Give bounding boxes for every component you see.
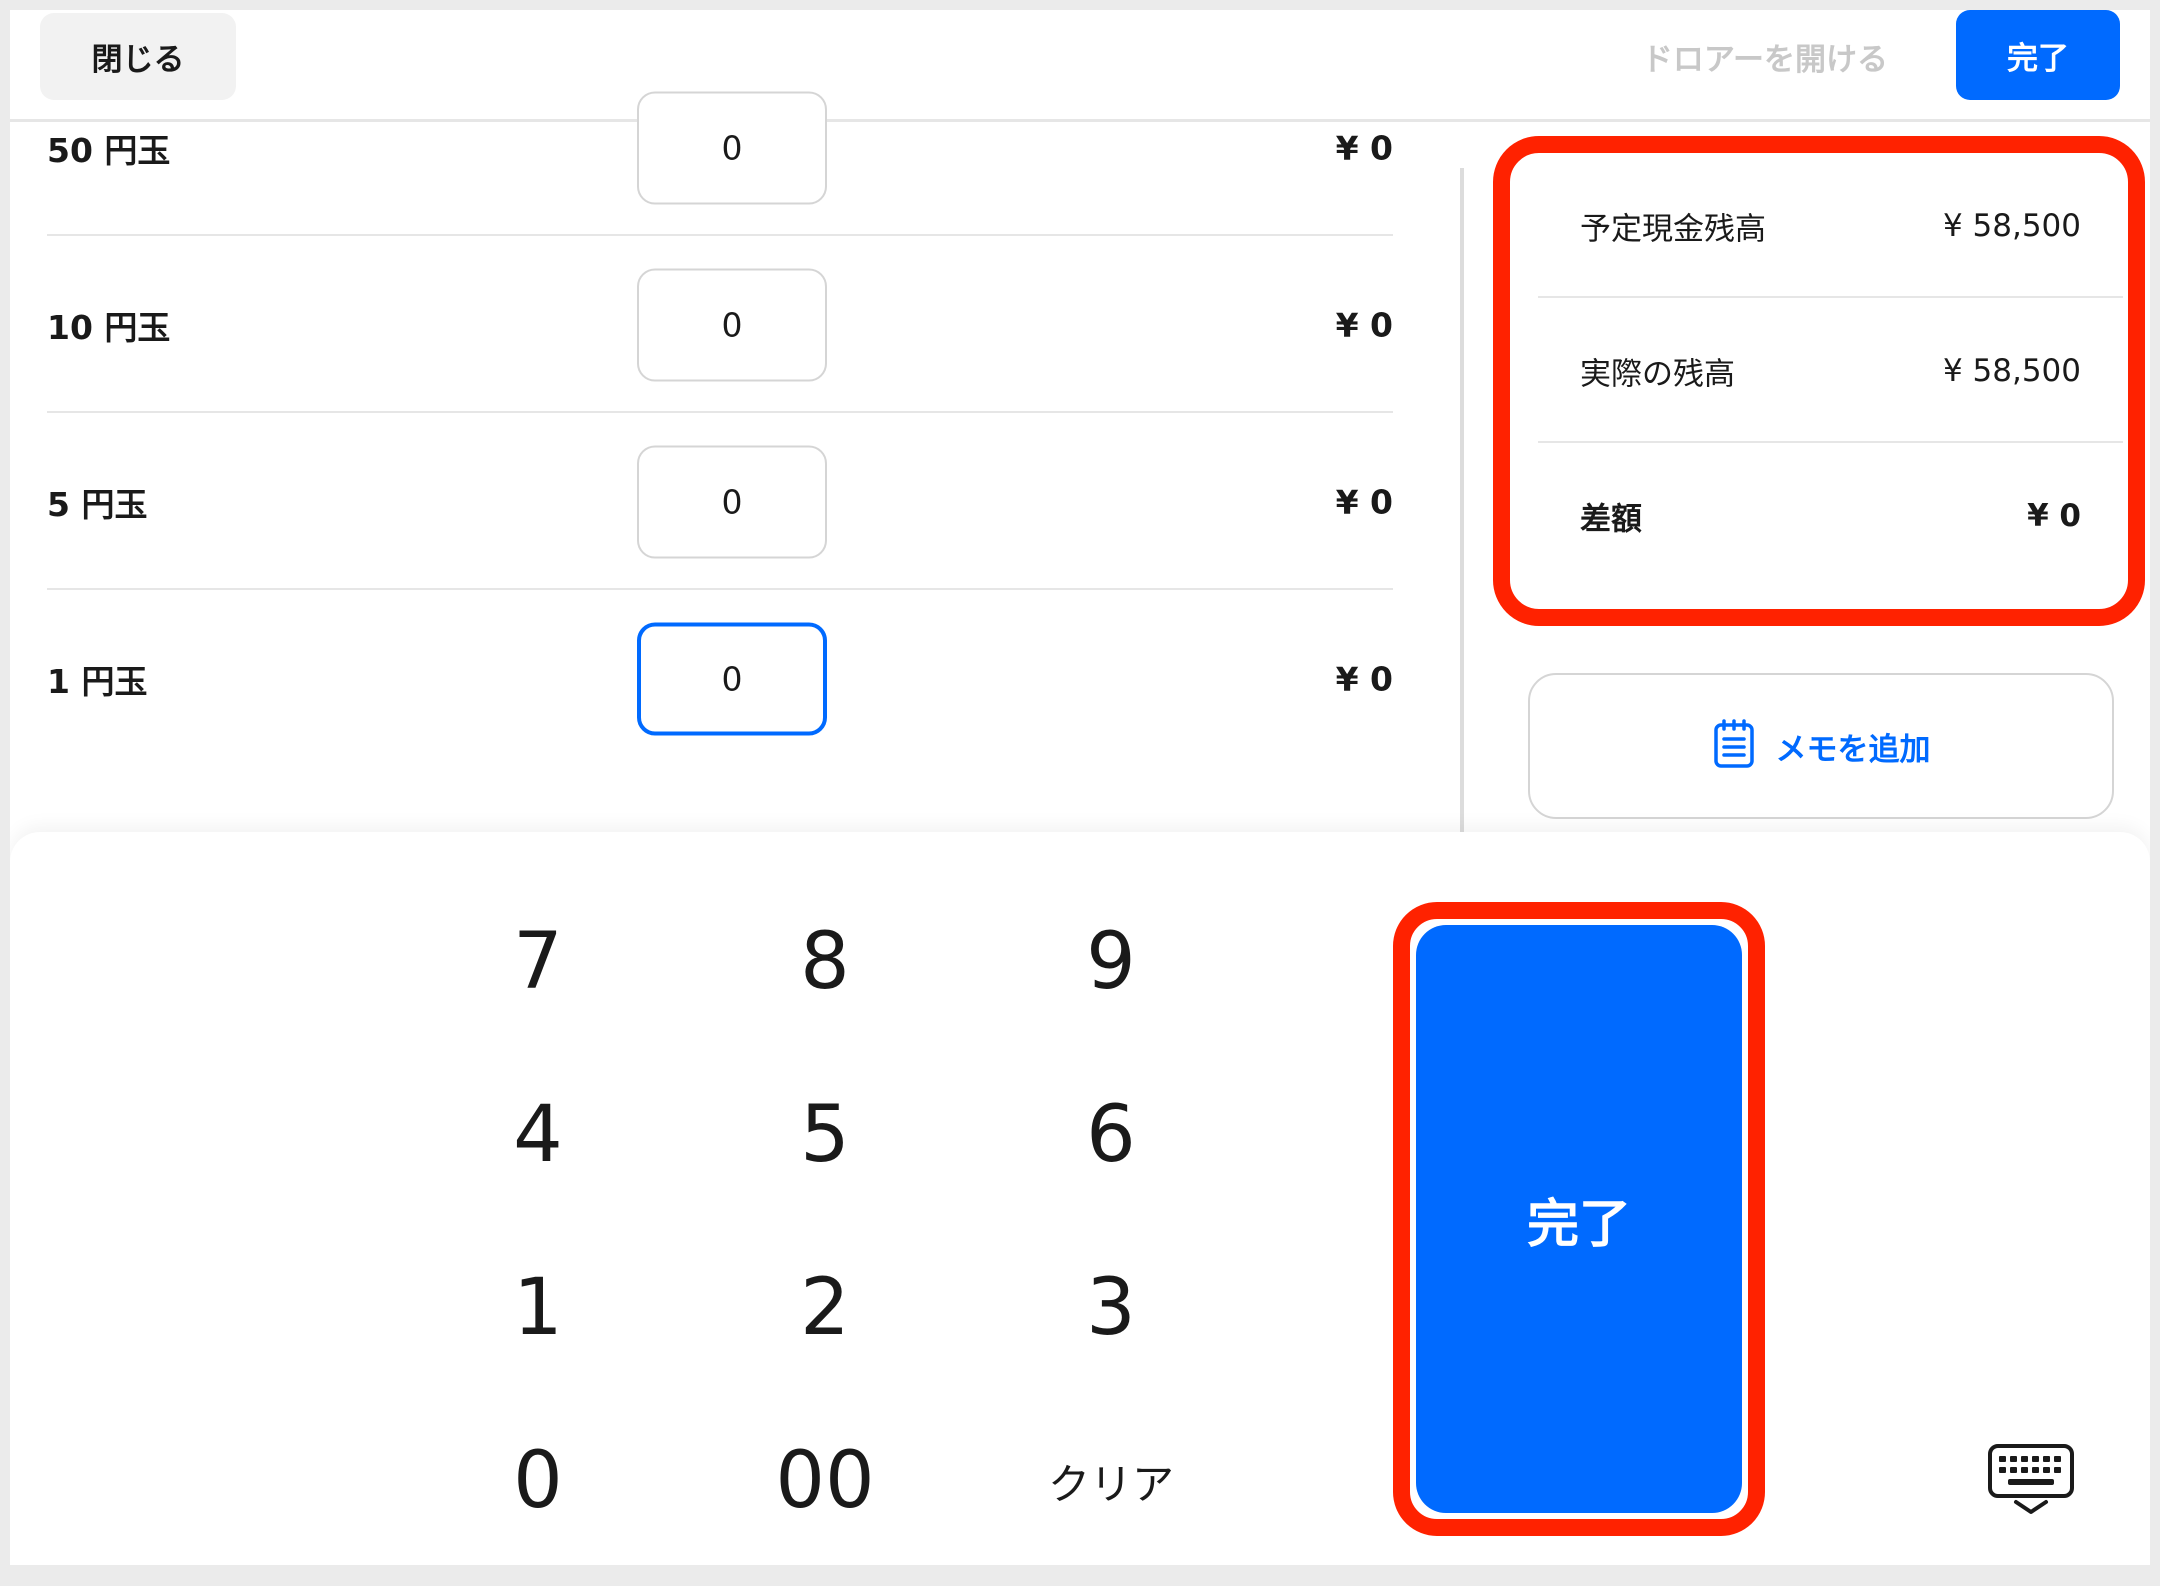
key-0[interactable]: 0 [418, 1401, 658, 1561]
done-button-top[interactable]: 完了 [1956, 10, 2120, 100]
key-8[interactable]: 8 [705, 882, 945, 1042]
denomination-label: 5 円玉 [47, 484, 148, 524]
count-input[interactable]: 0 [637, 445, 827, 558]
expected-balance-value: ¥ 58,500 [1942, 207, 2081, 244]
balance-summary: 予定現金残高 ¥ 58,500 実際の残高 ¥ 58,500 差額 ¥ 0 [1493, 136, 2145, 626]
expected-balance-row: 予定現金残高 ¥ 58,500 [1538, 153, 2123, 298]
row-amount: ¥ 0 [1335, 482, 1393, 521]
count-input-active[interactable]: 0 [637, 622, 827, 735]
key-9[interactable]: 9 [991, 882, 1231, 1042]
denomination-row-1: 1 円玉 0 ¥ 0 [47, 590, 1393, 767]
key-7[interactable]: 7 [418, 882, 658, 1042]
difference-value: ¥ 0 [2027, 497, 2081, 534]
row-amount: ¥ 0 [1335, 659, 1393, 698]
key-4[interactable]: 4 [418, 1055, 658, 1215]
actual-balance-value: ¥ 58,500 [1942, 352, 2081, 389]
clear-key[interactable]: クリア [991, 1401, 1231, 1561]
count-input[interactable]: 0 [637, 268, 827, 381]
open-drawer-button[interactable]: ドロアーを開ける [1620, 30, 1910, 82]
count-input[interactable]: 0 [637, 91, 827, 204]
app-window: 閉じる ドロアーを開ける 完了 50 円玉 0 ¥ 0 10 円玉 0 ¥ 0 … [10, 10, 2150, 1565]
add-memo-button[interactable]: メモを追加 [1528, 673, 2114, 819]
add-memo-label: メモを追加 [1775, 731, 1931, 768]
numeric-keypad: 7 8 9 4 5 6 1 2 3 0 00 クリア [10, 832, 2150, 1565]
denomination-row-5: 5 円玉 0 ¥ 0 [47, 413, 1393, 590]
denomination-row-10: 10 円玉 0 ¥ 0 [47, 236, 1393, 413]
denomination-list: 50 円玉 0 ¥ 0 10 円玉 0 ¥ 0 5 円玉 0 ¥ 0 1 円玉 … [10, 91, 1460, 832]
key-00[interactable]: 00 [705, 1401, 945, 1561]
actual-balance-label: 実際の残高 [1580, 356, 1735, 392]
denomination-label: 50 円玉 [47, 130, 171, 170]
denomination-row-50: 50 円玉 0 ¥ 0 [47, 59, 1393, 236]
expected-balance-label: 予定現金残高 [1580, 211, 1766, 247]
row-amount: ¥ 0 [1335, 128, 1393, 167]
key-2[interactable]: 2 [705, 1228, 945, 1388]
keyboard-icon[interactable] [1986, 1442, 2076, 1517]
key-6[interactable]: 6 [991, 1055, 1231, 1215]
key-1[interactable]: 1 [418, 1228, 658, 1388]
denomination-label: 1 円玉 [47, 661, 148, 701]
actual-balance-row: 実際の残高 ¥ 58,500 [1538, 298, 2123, 443]
vertical-divider [1460, 168, 1464, 848]
key-5[interactable]: 5 [705, 1055, 945, 1215]
difference-label: 差額 [1580, 501, 1642, 537]
row-amount: ¥ 0 [1335, 305, 1393, 344]
done-button-keypad[interactable]: 完了 [1416, 925, 1742, 1513]
denomination-label: 10 円玉 [47, 307, 171, 347]
notepad-icon [1712, 719, 1756, 773]
difference-row: 差額 ¥ 0 [1538, 443, 2123, 588]
key-3[interactable]: 3 [991, 1228, 1231, 1388]
